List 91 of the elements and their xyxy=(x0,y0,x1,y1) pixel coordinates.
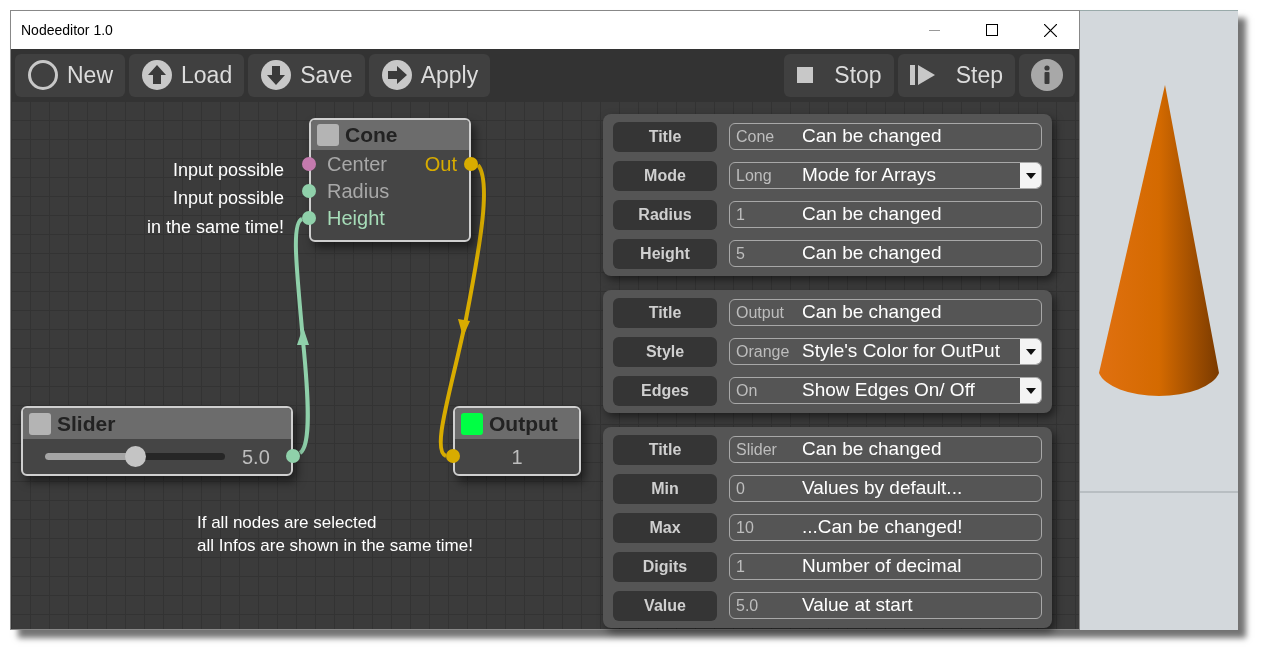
property-label: Digits xyxy=(613,551,717,582)
property-label: Style xyxy=(613,336,717,367)
dropdown-field[interactable]: Orange Style's Color for OutPut xyxy=(729,338,1042,365)
field-value: Long xyxy=(736,165,773,186)
field-value: Cone xyxy=(736,126,776,147)
field-hint: Values by default... xyxy=(802,476,963,501)
node-title: Output xyxy=(489,410,558,437)
property-label: Height xyxy=(613,238,717,269)
step-button[interactable]: Step xyxy=(897,53,1015,97)
node-indicator[interactable] xyxy=(461,412,483,435)
input-field[interactable]: 5.0 Value at start xyxy=(729,592,1042,619)
close-icon xyxy=(1043,23,1057,37)
field-hint: Style's Color for OutPut xyxy=(802,339,1000,364)
input-field[interactable]: Slider Can be changed xyxy=(729,436,1042,463)
field-value: 1 xyxy=(736,556,746,577)
annotation-text: in the same time! xyxy=(146,216,284,239)
input-field[interactable]: 1 Number of decimal xyxy=(729,553,1042,580)
property-label: Title xyxy=(613,434,717,465)
input-field[interactable]: 1 Can be changed xyxy=(729,201,1042,228)
field-hint: Show Edges On/ Off xyxy=(802,378,975,403)
port-label: Height xyxy=(327,205,385,231)
property-label: Radius xyxy=(613,199,717,230)
stop-button[interactable]: Stop xyxy=(784,53,894,97)
annotation-text: Input possible xyxy=(172,187,284,210)
annotation-text: Input possible xyxy=(172,159,284,182)
input-field[interactable]: 5 Can be changed xyxy=(729,240,1042,267)
field-value: Output xyxy=(736,302,786,323)
slider[interactable] xyxy=(45,446,225,467)
port-label: Radius xyxy=(327,178,390,204)
node-title: Cone xyxy=(345,122,398,149)
node-card[interactable]: Slider 5.0 xyxy=(21,406,293,476)
caret-icon xyxy=(1025,172,1036,179)
circle-icon xyxy=(27,59,59,91)
field-value: Slider xyxy=(736,439,778,460)
field-hint: Can be changed xyxy=(802,124,942,149)
property-label: Value xyxy=(613,590,717,621)
slider-value: 5.0 xyxy=(242,444,270,470)
field-hint: Number of decimal xyxy=(802,554,962,579)
port-label: Center xyxy=(327,151,388,177)
caret-icon xyxy=(1025,348,1036,355)
field-value: On xyxy=(736,380,759,401)
annotation-text: If all nodes are selected all Infos are shown in the same time! xyxy=(197,512,473,557)
field-hint: Mode for Arrays xyxy=(802,163,937,188)
slider-thumb[interactable] xyxy=(125,446,146,467)
field-value: 10 xyxy=(736,517,755,538)
field-value: 5.0 xyxy=(736,595,760,616)
apply-button[interactable]: Apply xyxy=(368,53,491,97)
field-hint: Can be changed xyxy=(802,202,942,227)
input-field[interactable]: 10 ...Can be changed! xyxy=(729,514,1042,541)
maximize-icon xyxy=(986,24,998,36)
field-hint: Can be changed xyxy=(802,437,942,462)
field-hint: Can be changed xyxy=(802,300,942,325)
step-icon xyxy=(909,64,936,86)
input-field[interactable]: Cone Can be changed xyxy=(729,123,1042,150)
field-value: 5 xyxy=(736,243,746,264)
dropdown-field[interactable]: Long Mode for Arrays xyxy=(729,162,1042,189)
node-indicator[interactable] xyxy=(317,124,339,146)
property-label: Title xyxy=(613,121,717,152)
property-label: Title xyxy=(613,297,717,328)
property-label: Mode xyxy=(613,160,717,191)
dropdown-button[interactable] xyxy=(1020,339,1041,364)
connection-wire[interactable] xyxy=(293,217,310,455)
field-value: 0 xyxy=(736,478,746,499)
save-button[interactable]: Save xyxy=(248,53,365,97)
field-hint: Can be changed xyxy=(802,241,942,266)
dropdown-field[interactable]: On Show Edges On/ Off xyxy=(729,377,1042,404)
dropdown-button[interactable] xyxy=(1020,378,1041,403)
property-label: Max xyxy=(613,512,717,543)
field-hint: ...Can be changed! xyxy=(802,515,963,540)
new-button[interactable]: New xyxy=(15,53,125,97)
field-hint: Value at start xyxy=(802,593,913,618)
stop-icon xyxy=(796,66,815,84)
caret-icon xyxy=(1025,387,1036,394)
property-label: Min xyxy=(613,473,717,504)
node-title: Slider xyxy=(57,410,116,437)
node-card[interactable]: Cone Center Out Radius Height xyxy=(309,118,471,242)
property-label: Edges xyxy=(613,375,717,406)
node-indicator[interactable] xyxy=(29,412,51,435)
input-field[interactable]: 0 Values by default... xyxy=(729,475,1042,502)
node-card[interactable]: Output 1 xyxy=(453,406,581,476)
window-title: Nodeeditor 1.0 xyxy=(21,20,114,40)
dropdown-button[interactable] xyxy=(1020,163,1041,188)
info-button[interactable] xyxy=(1019,53,1075,97)
field-value: Orange xyxy=(736,341,791,362)
info-icon xyxy=(1031,59,1063,91)
port-label: Out xyxy=(424,151,457,177)
output-value: 1 xyxy=(511,444,523,470)
field-value: 1 xyxy=(736,204,746,225)
input-field[interactable]: Output Can be changed xyxy=(729,299,1042,326)
load-button[interactable]: Load xyxy=(129,53,245,97)
minimize-icon xyxy=(928,29,940,31)
